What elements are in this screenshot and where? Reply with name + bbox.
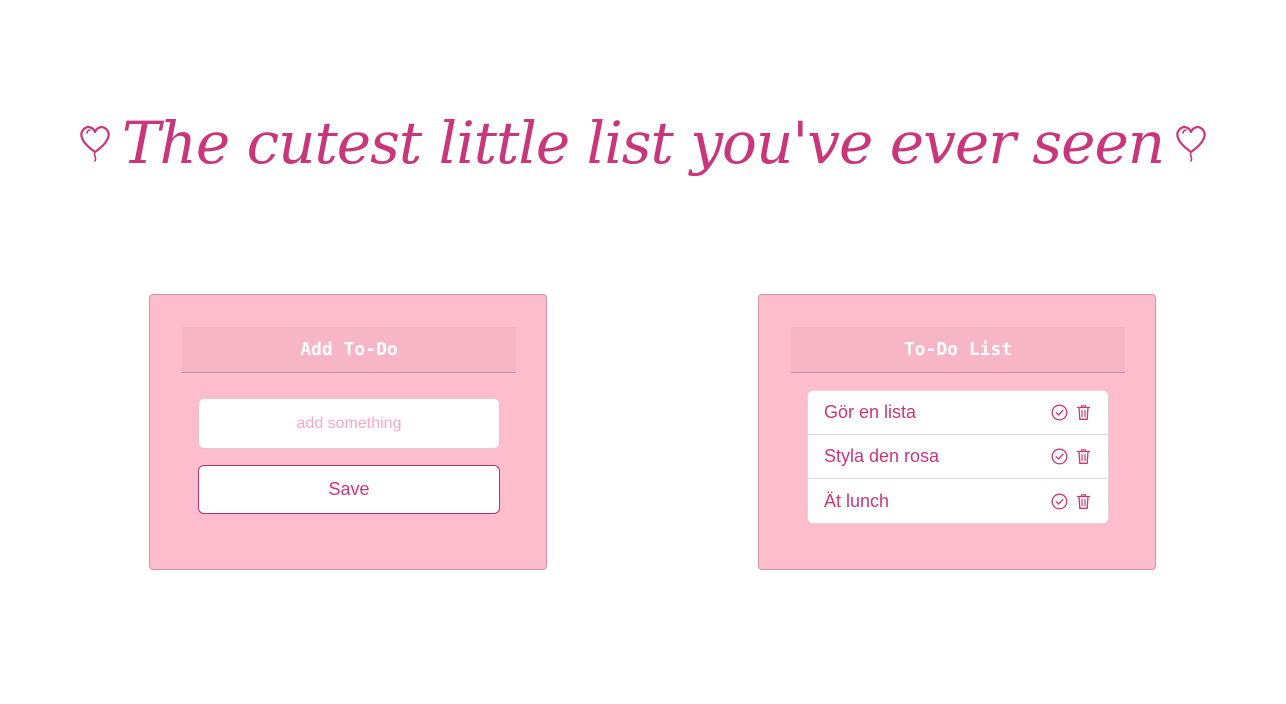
list-item: Styla den rosa: [808, 435, 1108, 479]
todo-item-actions: [1050, 448, 1108, 466]
heart-balloon-icon: [1174, 121, 1208, 165]
check-circle-icon[interactable]: [1050, 492, 1068, 510]
heart-balloon-icon: [78, 121, 112, 165]
todo-item-label: Gör en lista: [824, 402, 917, 422]
check-circle-icon[interactable]: [1050, 404, 1068, 422]
page-header: The cutest little list you've ever seen: [0, 78, 1286, 208]
list-item: Ät lunch: [808, 479, 1108, 523]
add-todo-panel: Add To-Do Save: [149, 294, 547, 570]
page-title: The cutest little list you've ever seen: [121, 109, 1165, 177]
todo-item-label: Ät lunch: [824, 490, 890, 511]
todo-list: Gör en lista Styla den rosa Ät lunch: [807, 390, 1109, 524]
todo-item-actions: [1050, 492, 1108, 510]
trash-icon[interactable]: [1074, 492, 1092, 510]
add-todo-input[interactable]: [198, 398, 500, 449]
todo-list-panel: To-Do List Gör en lista Styla den rosa Ä…: [758, 294, 1156, 570]
todo-item-actions: [1050, 404, 1108, 422]
todo-item-label: Styla den rosa: [824, 446, 940, 466]
page: The cutest little list you've ever seen …: [0, 0, 1286, 704]
todo-list-header: To-Do List: [791, 327, 1125, 373]
save-button[interactable]: Save: [198, 465, 500, 514]
trash-icon[interactable]: [1074, 448, 1092, 466]
add-todo-header: Add To-Do: [182, 327, 516, 373]
trash-icon[interactable]: [1074, 404, 1092, 422]
list-item: Gör en lista: [808, 391, 1108, 435]
check-circle-icon[interactable]: [1050, 448, 1068, 466]
